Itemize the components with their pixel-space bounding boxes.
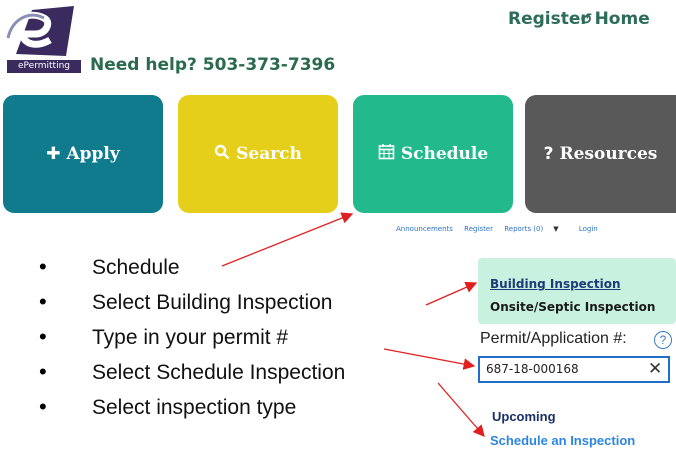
annotation-arrows (221, 212, 485, 437)
arrow-to-schedule (221, 212, 354, 267)
arrow-to-permit-input (383, 348, 476, 370)
arrow-to-building-inspection (425, 281, 478, 306)
arrow-to-schedule-inspection (437, 382, 485, 437)
